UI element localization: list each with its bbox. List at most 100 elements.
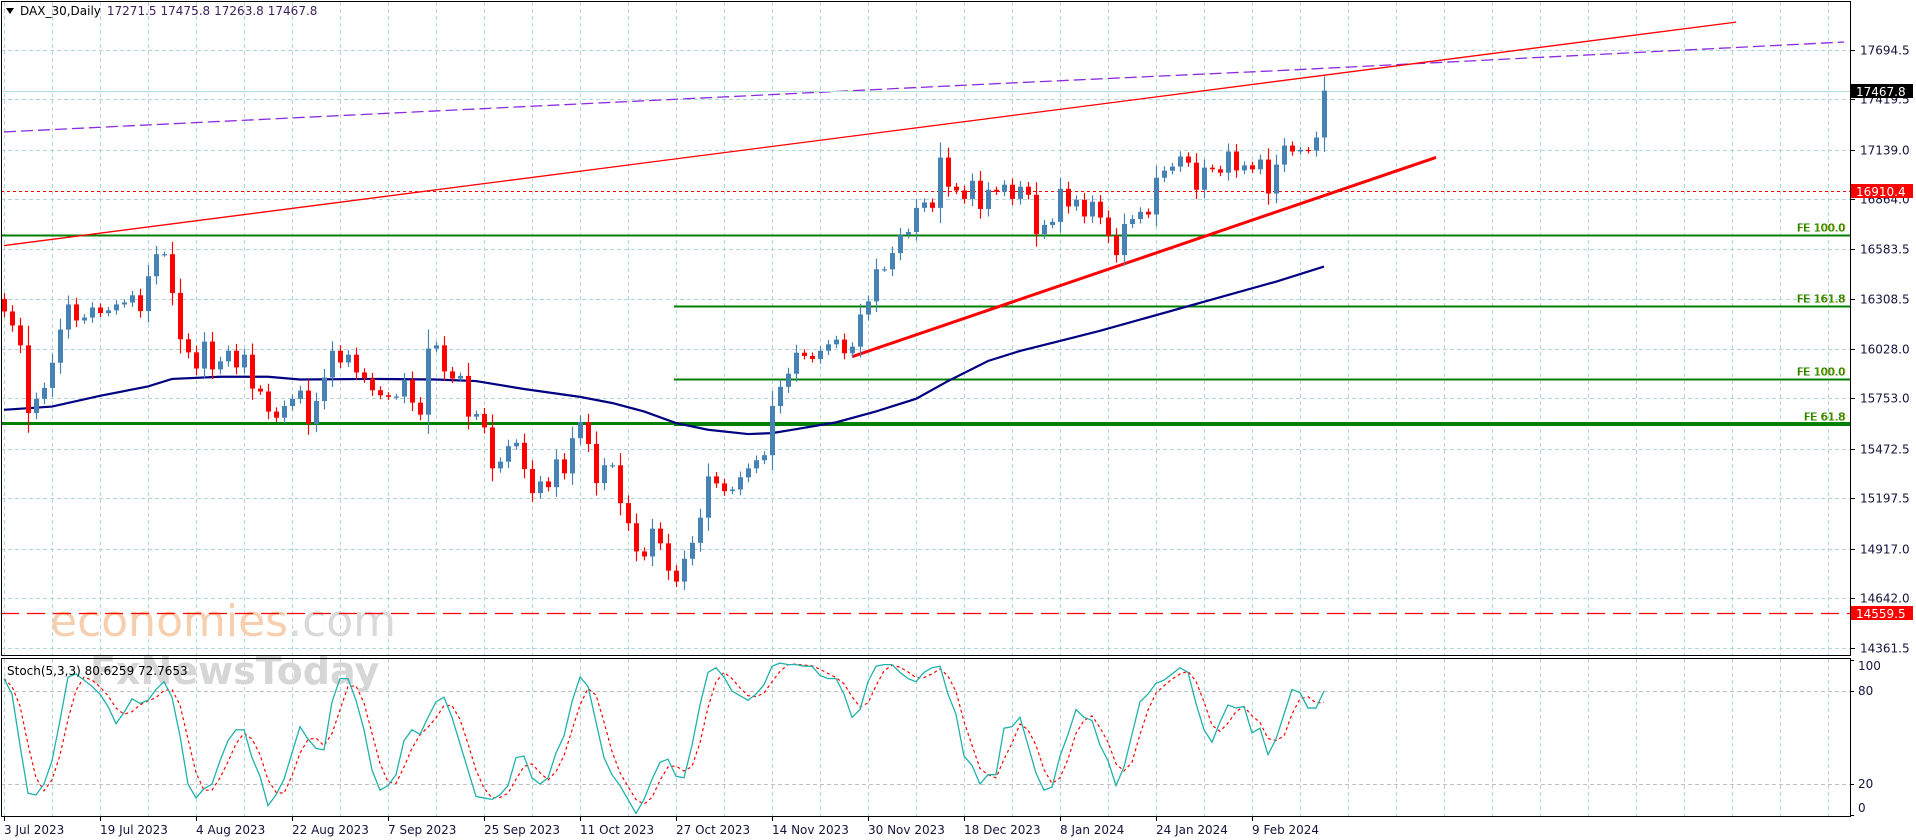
candle[interactable]	[498, 457, 503, 473]
candle[interactable]	[1146, 208, 1151, 218]
candle[interactable]	[474, 410, 479, 420]
candle[interactable]	[26, 325, 31, 433]
candle[interactable]	[1202, 159, 1207, 198]
candle[interactable]	[578, 415, 583, 445]
candle[interactable]	[1138, 207, 1143, 224]
candle[interactable]	[658, 522, 663, 550]
candle[interactable]	[1178, 151, 1183, 172]
candle[interactable]	[898, 227, 903, 261]
candle[interactable]	[890, 246, 895, 276]
candle[interactable]	[338, 345, 343, 369]
candle[interactable]	[1250, 161, 1255, 173]
candle[interactable]	[586, 413, 591, 453]
candle[interactable]	[626, 495, 631, 531]
candle[interactable]	[1210, 164, 1215, 173]
candle[interactable]	[90, 302, 95, 323]
candle[interactable]	[1018, 180, 1023, 205]
candle[interactable]	[762, 451, 767, 465]
candle[interactable]	[666, 533, 671, 581]
candle[interactable]	[146, 264, 151, 323]
candle[interactable]	[226, 345, 231, 367]
candle[interactable]	[522, 433, 527, 479]
candle[interactable]	[234, 343, 239, 375]
candle[interactable]	[466, 363, 471, 430]
candle[interactable]	[1306, 147, 1311, 154]
candle[interactable]	[970, 173, 975, 207]
candle[interactable]	[1122, 213, 1127, 266]
candle[interactable]	[618, 453, 623, 516]
candle[interactable]	[242, 348, 247, 374]
candle[interactable]	[786, 367, 791, 393]
candle[interactable]	[802, 349, 807, 360]
candle[interactable]	[282, 400, 287, 424]
candle[interactable]	[1170, 162, 1175, 175]
candle[interactable]	[98, 303, 103, 318]
price-chart[interactable]: economies.com FxNewsToday FE 100.0FE 100…	[0, 0, 1916, 840]
candle[interactable]	[1282, 138, 1287, 173]
candle[interactable]	[962, 185, 967, 204]
candle[interactable]	[938, 142, 943, 224]
candle[interactable]	[74, 297, 79, 328]
candle[interactable]	[250, 343, 255, 400]
candle[interactable]	[370, 372, 375, 396]
candle[interactable]	[602, 458, 607, 491]
candle[interactable]	[1298, 146, 1303, 155]
candle[interactable]	[154, 245, 159, 285]
candle[interactable]	[1074, 195, 1079, 211]
candle[interactable]	[946, 147, 951, 197]
candle[interactable]	[674, 565, 679, 588]
candle[interactable]	[922, 198, 927, 212]
candle[interactable]	[418, 396, 423, 421]
candle[interactable]	[210, 331, 215, 380]
candle[interactable]	[1218, 165, 1223, 177]
candle[interactable]	[1082, 192, 1087, 224]
candle[interactable]	[1226, 143, 1231, 181]
candle[interactable]	[306, 379, 311, 435]
candle[interactable]	[1066, 181, 1071, 214]
candle[interactable]	[426, 329, 431, 434]
candle[interactable]	[546, 477, 551, 492]
candle[interactable]	[914, 199, 919, 241]
candle[interactable]	[362, 368, 367, 383]
candle[interactable]	[194, 345, 199, 376]
triangle-down-icon[interactable]	[6, 8, 14, 14]
candle[interactable]	[682, 550, 687, 590]
candle[interactable]	[114, 300, 119, 315]
candle[interactable]	[1234, 144, 1239, 178]
candle[interactable]	[754, 455, 759, 474]
channel-trendline[interactable]	[3, 21, 1737, 247]
candle[interactable]	[1314, 131, 1319, 157]
candle[interactable]	[1194, 153, 1199, 200]
candle[interactable]	[1162, 166, 1167, 183]
candle[interactable]	[122, 299, 127, 308]
candle[interactable]	[1154, 165, 1159, 227]
candle[interactable]	[1010, 178, 1015, 206]
candle[interactable]	[1130, 215, 1135, 228]
candle[interactable]	[994, 186, 999, 195]
candle[interactable]	[506, 439, 511, 469]
candle[interactable]	[50, 353, 55, 397]
candle[interactable]	[290, 394, 295, 411]
candle[interactable]	[1242, 161, 1247, 175]
candle[interactable]	[354, 347, 359, 380]
candle[interactable]	[130, 290, 135, 307]
candle[interactable]	[738, 471, 743, 496]
candle[interactable]	[746, 463, 751, 483]
candle[interactable]	[1106, 210, 1111, 243]
candle[interactable]	[2, 293, 7, 318]
candle[interactable]	[186, 333, 191, 359]
candle[interactable]	[954, 183, 959, 195]
candle[interactable]	[274, 407, 279, 422]
candle[interactable]	[690, 536, 695, 566]
candle[interactable]	[1050, 218, 1055, 229]
candle[interactable]	[1114, 228, 1119, 263]
candle[interactable]	[1274, 154, 1279, 204]
candle[interactable]	[986, 182, 991, 217]
candle[interactable]	[106, 306, 111, 317]
candle[interactable]	[770, 391, 775, 471]
candle[interactable]	[18, 317, 23, 354]
candle[interactable]	[322, 368, 327, 410]
candle[interactable]	[1026, 181, 1031, 200]
candle[interactable]	[346, 350, 351, 368]
candle[interactable]	[34, 392, 39, 420]
